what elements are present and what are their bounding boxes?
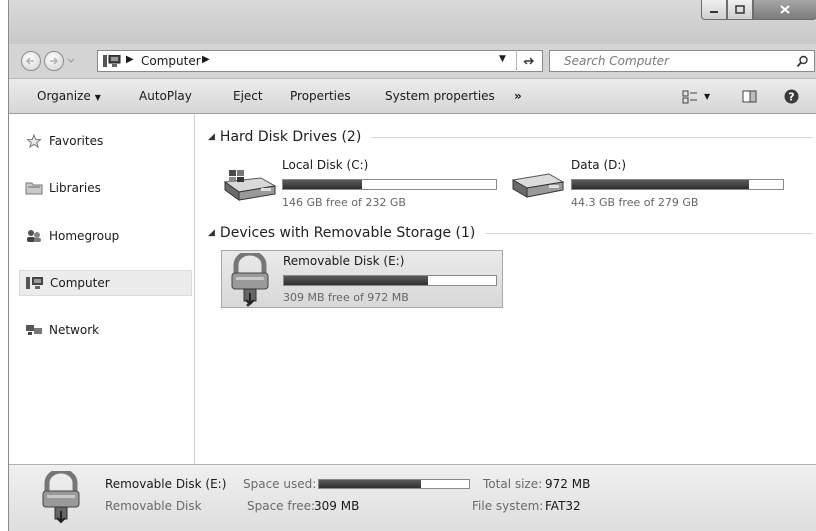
search-placeholder: Search Computer [564,54,669,68]
organize-label: Organize [37,89,91,103]
system-properties-button[interactable]: System properties [385,79,495,114]
space-used-fill [319,480,421,488]
explorer-window: ▶ Computer ▶ ▼ Search Computer Organize ▼… [8,0,816,531]
forward-arrow-icon [50,57,59,65]
more-commands-button[interactable]: » [514,79,522,114]
recent-pages-chevron-icon[interactable] [67,58,75,64]
details-item-type: Removable Disk [105,499,202,513]
sidebar-item-libraries[interactable]: Libraries [19,175,192,201]
drive-tile-e[interactable]: Removable Disk (E:) 309 MB free of 972 M… [221,250,503,308]
view-options-icon [682,90,697,103]
drive-free-space: 309 MB free of 972 MB [283,291,409,304]
address-bar[interactable]: ▶ Computer ▶ ▼ [97,50,543,72]
network-icon [26,325,42,335]
drive-name: Data (D:) [571,158,627,172]
group-divider [485,232,813,234]
drive-free-space: 146 GB free of 232 GB [282,196,406,209]
chevron-down-icon: ▼ [704,92,711,101]
group-title: Hard Disk Drives (2) [219,129,362,145]
maximize-icon [735,5,745,14]
drive-usage-fill [572,180,750,189]
details-item-name: Removable Disk (E:) [105,477,227,491]
collapse-triangle-icon: ◢ [208,228,215,238]
file-system-value: FAT32 [545,499,581,513]
properties-button[interactable]: Properties [290,79,351,114]
sidebar-item-favorites[interactable]: Favorites [19,128,192,154]
eject-button[interactable]: Eject [233,79,263,114]
group-divider [371,136,813,138]
breadcrumb-computer[interactable]: Computer [141,54,201,68]
drive-tile-c[interactable]: Local Disk (C:) 146 GB free of 232 GB [221,154,501,212]
total-size-value: 972 MB [545,477,591,491]
change-view-button[interactable]: ▼ [682,79,710,114]
space-used-label: Space used: [243,477,317,491]
drive-usage-fill [284,276,429,285]
close-button[interactable] [753,0,816,20]
maximize-button[interactable] [727,0,753,20]
refresh-icon [523,57,534,65]
homegroup-icon [27,230,41,242]
autoplay-button[interactable]: AutoPlay [139,79,192,114]
hard-drive-icon [511,173,565,198]
library-icon [25,182,43,195]
group-header-removable-storage[interactable]: ◢ Devices with Removable Storage (1) [208,225,813,241]
minimize-icon [710,10,718,13]
chevron-down-icon: ▼ [94,93,101,102]
sidebar-item-label: Homegroup [49,229,120,243]
help-icon: ? [784,89,799,104]
drive-usage-fill [283,180,362,189]
sidebar-item-label: Favorites [49,134,104,148]
drive-free-space: 44.3 GB free of 279 GB [571,196,699,209]
sidebar-item-computer[interactable]: Computer [19,270,192,296]
navigation-pane: Favorites Libraries Homegroup Computer N… [9,114,195,464]
sidebar-item-label: Libraries [49,181,101,195]
breadcrumb-separator-icon[interactable]: ▶ [126,54,134,65]
svg-text:?: ? [788,91,794,104]
help-button[interactable]: ? [784,79,799,114]
space-used-bar [318,479,470,489]
search-input[interactable]: Search Computer [549,50,815,72]
preview-pane-icon [742,90,757,103]
sidebar-item-label: Network [49,323,100,337]
back-arrow-icon [25,57,34,65]
sidebar-item-homegroup[interactable]: Homegroup [19,223,192,249]
drive-usage-bar [571,179,784,190]
close-icon [780,5,790,14]
file-list: ◢ Hard Disk Drives (2) Local Disk (C:) 1… [196,114,816,464]
space-free-value: 309 MB [314,499,360,513]
group-header-hard-disk-drives[interactable]: ◢ Hard Disk Drives (2) [208,129,813,145]
locked-usb-drive-icon [231,253,269,307]
collapse-triangle-icon: ◢ [208,132,215,142]
drive-name: Local Disk (C:) [282,158,369,172]
breadcrumb-separator-icon[interactable]: ▶ [202,54,210,65]
sidebar-item-network[interactable]: Network [19,317,192,343]
star-icon [26,134,42,148]
computer-icon [103,55,121,67]
sidebar-item-label: Computer [50,276,110,290]
drive-tile-d[interactable]: Data (D:) 44.3 GB free of 279 GB [509,154,809,212]
space-free-label: Space free: [247,499,316,513]
drive-usage-bar [283,275,497,286]
forward-button[interactable] [44,51,64,71]
drive-name: Removable Disk (E:) [283,254,405,268]
locked-usb-drive-icon [42,471,80,524]
back-button[interactable] [21,51,41,71]
preview-pane-button[interactable] [742,79,757,114]
command-bar: Organize ▼ AutoPlay Eject Properties Syst… [9,78,816,114]
file-system-label: File system: [472,499,544,513]
title-bar [9,0,816,44]
group-title: Devices with Removable Storage (1) [219,225,476,241]
search-icon[interactable] [796,55,809,68]
windows-drive-icon [223,170,277,201]
minimize-button[interactable] [701,0,727,20]
total-size-label: Total size: [483,477,543,491]
details-pane: Removable Disk (E:) Removable Disk Space… [9,464,816,531]
address-dropdown-icon[interactable]: ▼ [499,54,506,64]
organize-menu[interactable]: Organize ▼ [37,79,101,114]
drive-usage-bar [282,179,497,190]
computer-icon [26,277,43,289]
refresh-button[interactable] [516,50,543,72]
